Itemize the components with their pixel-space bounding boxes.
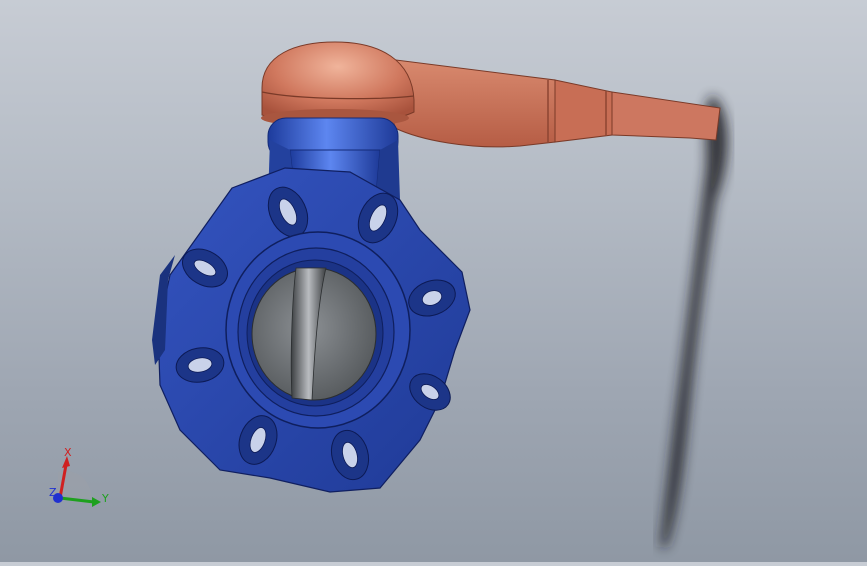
z-axis-label: Z (49, 486, 57, 499)
graphics-viewport[interactable]: X Y Z (0, 0, 867, 562)
x-axis-label: X (64, 446, 72, 459)
handle-shadow (660, 95, 728, 548)
model-view[interactable]: X Y Z (0, 0, 867, 562)
lever-handle (379, 57, 721, 148)
handle-cap (261, 41, 415, 127)
y-axis-arrow (59, 496, 95, 504)
valve-disc (251, 267, 377, 401)
coordinate-triad: X Y Z (49, 446, 109, 507)
y-axis-label: Y (101, 492, 109, 505)
